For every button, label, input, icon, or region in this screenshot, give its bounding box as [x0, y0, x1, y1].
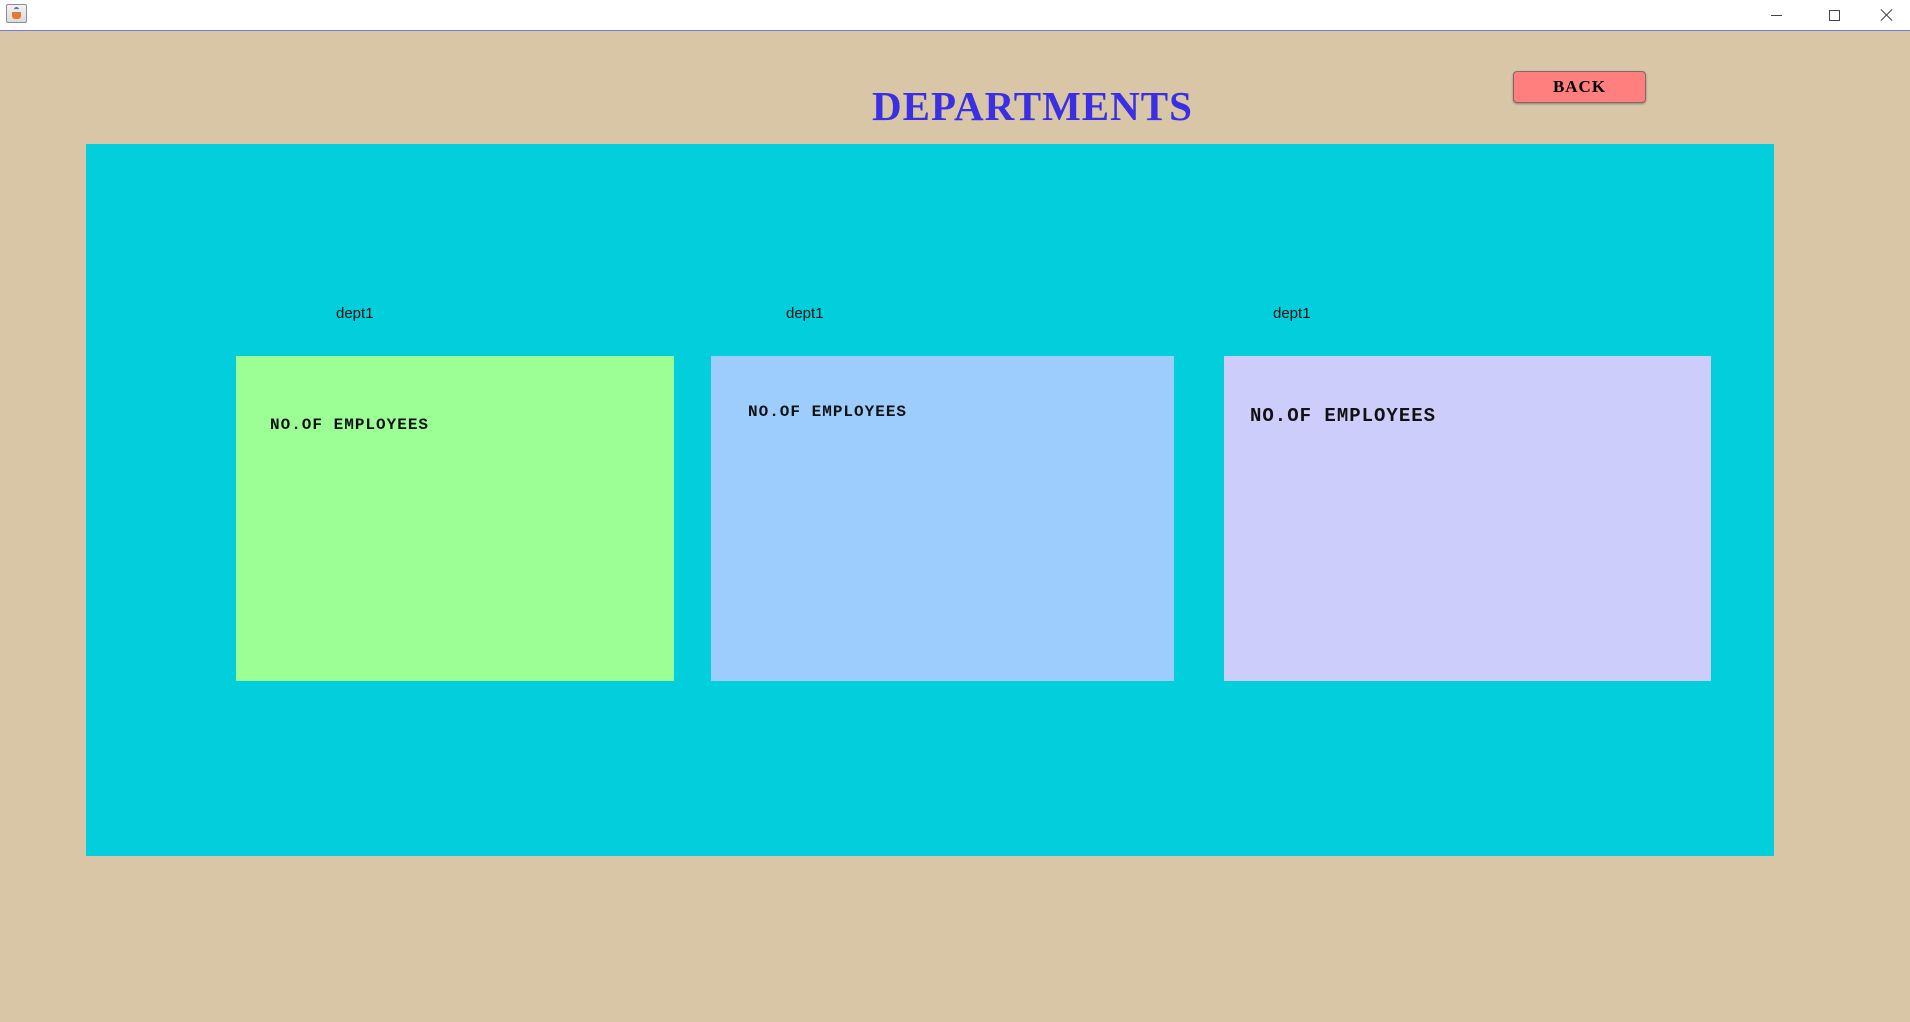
dept-name-3: dept1: [1273, 305, 1311, 322]
maximize-icon: [1828, 9, 1840, 21]
departments-panel: dept1 dept1 dept1 NO.OF EMPLOYEES NO.OF …: [86, 144, 1774, 856]
back-button[interactable]: BACK: [1513, 71, 1646, 103]
maximize-button[interactable]: [1805, 0, 1863, 30]
dept-name-1: dept1: [336, 305, 374, 322]
employee-count-label: NO.OF EMPLOYEES: [748, 403, 908, 421]
page-title: DEPARTMENTS: [872, 83, 1193, 129]
close-button[interactable]: [1863, 0, 1910, 30]
close-icon: [1880, 8, 1894, 22]
java-app-icon[interactable]: [6, 4, 27, 23]
minimize-button[interactable]: [1747, 0, 1805, 30]
minimize-icon: [1770, 14, 1782, 16]
dept-name-2: dept1: [786, 305, 824, 322]
dept-card-1[interactable]: NO.OF EMPLOYEES: [236, 356, 674, 681]
employee-count-label: NO.OF EMPLOYEES: [1250, 405, 1437, 427]
dept-card-2[interactable]: NO.OF EMPLOYEES: [711, 356, 1174, 681]
app-window: DEPARTMENTS BACK dept1 dept1 dept1 NO.OF…: [0, 0, 1910, 1022]
title-bar: [0, 0, 1910, 31]
employee-count-label: NO.OF EMPLOYEES: [270, 416, 430, 434]
dept-card-3[interactable]: NO.OF EMPLOYEES: [1224, 356, 1711, 681]
